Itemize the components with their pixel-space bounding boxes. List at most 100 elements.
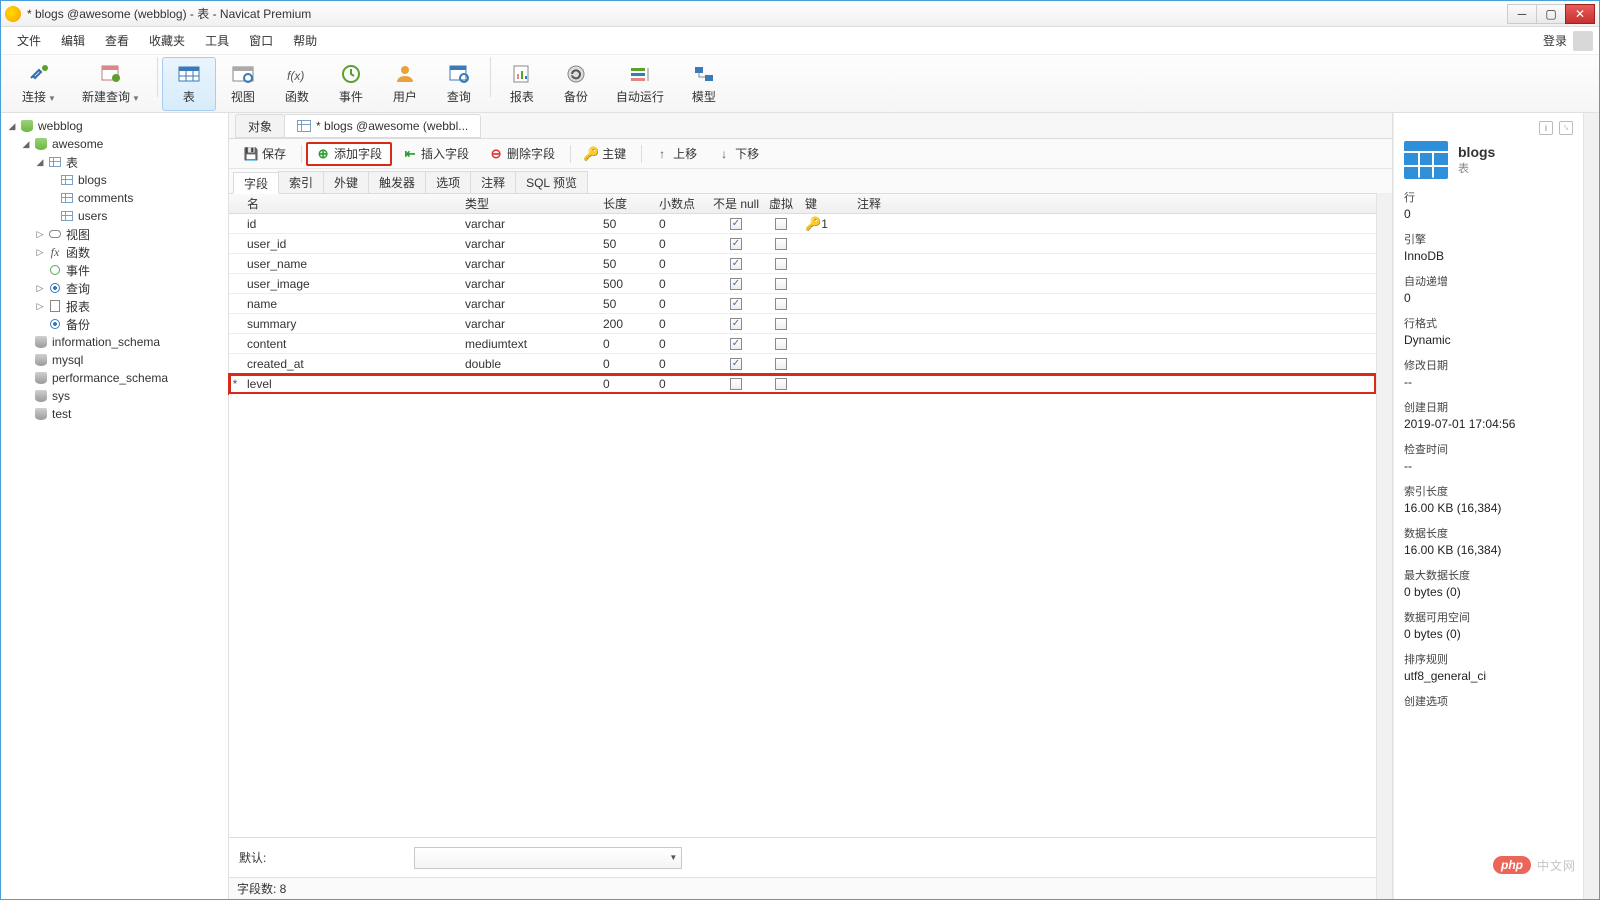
- field-decimals-cell[interactable]: 0: [653, 334, 709, 353]
- field-length-cell[interactable]: 50: [597, 294, 653, 313]
- field-key-cell[interactable]: [799, 314, 851, 333]
- field-type-cell[interactable]: varchar: [459, 314, 597, 333]
- field-comment-cell[interactable]: [851, 374, 1376, 393]
- tree-connection[interactable]: ◢webblog: [1, 117, 228, 135]
- field-row[interactable]: *level00: [229, 374, 1376, 394]
- virtual-checkbox[interactable]: [775, 318, 787, 330]
- field-decimals-cell[interactable]: 0: [653, 294, 709, 313]
- field-key-cell[interactable]: [799, 334, 851, 353]
- field-comment-cell[interactable]: [851, 254, 1376, 273]
- tab-fields[interactable]: 字段: [233, 172, 279, 194]
- info-icon[interactable]: i: [1539, 121, 1553, 135]
- toolbar-query2-button[interactable]: 查询: [432, 57, 486, 111]
- tree-database-other[interactable]: mysql: [1, 351, 228, 369]
- move-down-button[interactable]: ↓下移: [708, 142, 768, 166]
- ddl-icon[interactable]: ␍: [1559, 121, 1573, 135]
- menu-fav[interactable]: 收藏夹: [139, 29, 195, 52]
- toolbar-user-button[interactable]: 用户: [378, 57, 432, 111]
- menu-file[interactable]: 文件: [7, 29, 51, 52]
- notnull-checkbox[interactable]: ✓: [730, 358, 742, 370]
- field-length-cell[interactable]: 0: [597, 374, 653, 393]
- tab-triggers[interactable]: 触发器: [368, 171, 426, 193]
- field-name-cell[interactable]: name: [241, 294, 459, 313]
- field-row[interactable]: user_namevarchar500✓: [229, 254, 1376, 274]
- notnull-checkbox[interactable]: ✓: [730, 318, 742, 330]
- toolbar-plug-button[interactable]: 连接▼: [9, 57, 69, 111]
- col-type[interactable]: 类型: [459, 194, 597, 213]
- field-row[interactable]: summaryvarchar2000 ✓: [229, 314, 1376, 334]
- minimize-button[interactable]: ─: [1507, 4, 1537, 24]
- info-scrollbar[interactable]: [1583, 113, 1599, 899]
- virtual-checkbox[interactable]: [775, 278, 787, 290]
- field-decimals-cell[interactable]: 0: [653, 354, 709, 373]
- virtual-checkbox[interactable]: [775, 238, 787, 250]
- field-row[interactable]: idvarchar500✓🔑 1: [229, 214, 1376, 234]
- field-row[interactable]: created_atdouble00✓: [229, 354, 1376, 374]
- field-decimals-cell[interactable]: 0: [653, 274, 709, 293]
- field-row[interactable]: namevarchar500✓: [229, 294, 1376, 314]
- field-name-cell[interactable]: created_at: [241, 354, 459, 373]
- notnull-checkbox[interactable]: ✓: [730, 218, 742, 230]
- tree-backup-group[interactable]: 备份: [1, 315, 228, 333]
- tab-comment[interactable]: 注释: [470, 171, 516, 193]
- col-comment[interactable]: 注释: [851, 194, 1376, 213]
- col-name[interactable]: 名: [241, 194, 459, 213]
- field-key-cell[interactable]: [799, 254, 851, 273]
- tab-fk[interactable]: 外键: [323, 171, 369, 193]
- notnull-checkbox[interactable]: ✓: [730, 298, 742, 310]
- delete-field-button[interactable]: ⊖删除字段: [480, 142, 564, 166]
- tree-query-group[interactable]: ▷查询: [1, 279, 228, 297]
- tree-database-other[interactable]: sys: [1, 387, 228, 405]
- menu-view[interactable]: 查看: [95, 29, 139, 52]
- tree-table-item[interactable]: comments: [1, 189, 228, 207]
- field-name-cell[interactable]: user_image: [241, 274, 459, 293]
- field-name-cell[interactable]: summary: [241, 314, 459, 333]
- field-name-cell[interactable]: user_name: [241, 254, 459, 273]
- field-type-cell[interactable]: varchar: [459, 274, 597, 293]
- field-key-cell[interactable]: 🔑 1: [799, 214, 851, 233]
- field-decimals-cell[interactable]: 0: [653, 254, 709, 273]
- virtual-checkbox[interactable]: [775, 378, 787, 390]
- field-length-cell[interactable]: 0: [597, 334, 653, 353]
- tree-database[interactable]: ◢awesome: [1, 135, 228, 153]
- notnull-checkbox[interactable]: ✓: [730, 258, 742, 270]
- tree-event-group[interactable]: 事件: [1, 261, 228, 279]
- menu-edit[interactable]: 编辑: [51, 29, 95, 52]
- vertical-scrollbar[interactable]: [1376, 193, 1392, 899]
- tree-database-other[interactable]: test: [1, 405, 228, 423]
- field-decimals-cell[interactable]: 0: [653, 314, 709, 333]
- col-virtual[interactable]: 虚拟: [763, 194, 799, 213]
- field-row[interactable]: contentmediumtext00✓: [229, 334, 1376, 354]
- field-name-cell[interactable]: content: [241, 334, 459, 353]
- field-type-cell[interactable]: double: [459, 354, 597, 373]
- field-type-cell[interactable]: varchar: [459, 214, 597, 233]
- grid-empty-area[interactable]: [229, 394, 1376, 837]
- tab-sqlpreview[interactable]: SQL 预览: [515, 171, 588, 193]
- field-length-cell[interactable]: 0: [597, 354, 653, 373]
- field-key-cell[interactable]: [799, 234, 851, 253]
- field-comment-cell[interactable]: [851, 274, 1376, 293]
- toolbar-fx-button[interactable]: f(x)函数: [270, 57, 324, 111]
- virtual-checkbox[interactable]: [775, 218, 787, 230]
- virtual-checkbox[interactable]: [775, 338, 787, 350]
- toolbar-query-button[interactable]: 新建查询▼: [69, 57, 153, 111]
- menu-window[interactable]: 窗口: [239, 29, 283, 52]
- field-row[interactable]: user_imagevarchar5000✓: [229, 274, 1376, 294]
- menu-help[interactable]: 帮助: [283, 29, 327, 52]
- field-decimals-cell[interactable]: 0: [653, 214, 709, 233]
- field-length-cell[interactable]: 200: [597, 314, 653, 333]
- field-decimals-cell[interactable]: 0: [653, 374, 709, 393]
- tree-views-group[interactable]: ▷视图: [1, 225, 228, 243]
- maximize-button[interactable]: ▢: [1536, 4, 1566, 24]
- tab-indexes[interactable]: 索引: [278, 171, 324, 193]
- field-key-cell[interactable]: [799, 294, 851, 313]
- field-comment-cell[interactable]: [851, 214, 1376, 233]
- col-notnull[interactable]: 不是 null: [709, 194, 763, 213]
- toolbar-view-button[interactable]: 视图: [216, 57, 270, 111]
- field-length-cell[interactable]: 50: [597, 254, 653, 273]
- tree-database-other[interactable]: performance_schema: [1, 369, 228, 387]
- tree-tables-group[interactable]: ◢表: [1, 153, 228, 171]
- notnull-checkbox[interactable]: [730, 378, 742, 390]
- col-decimals[interactable]: 小数点: [653, 194, 709, 213]
- close-button[interactable]: ✕: [1565, 4, 1595, 24]
